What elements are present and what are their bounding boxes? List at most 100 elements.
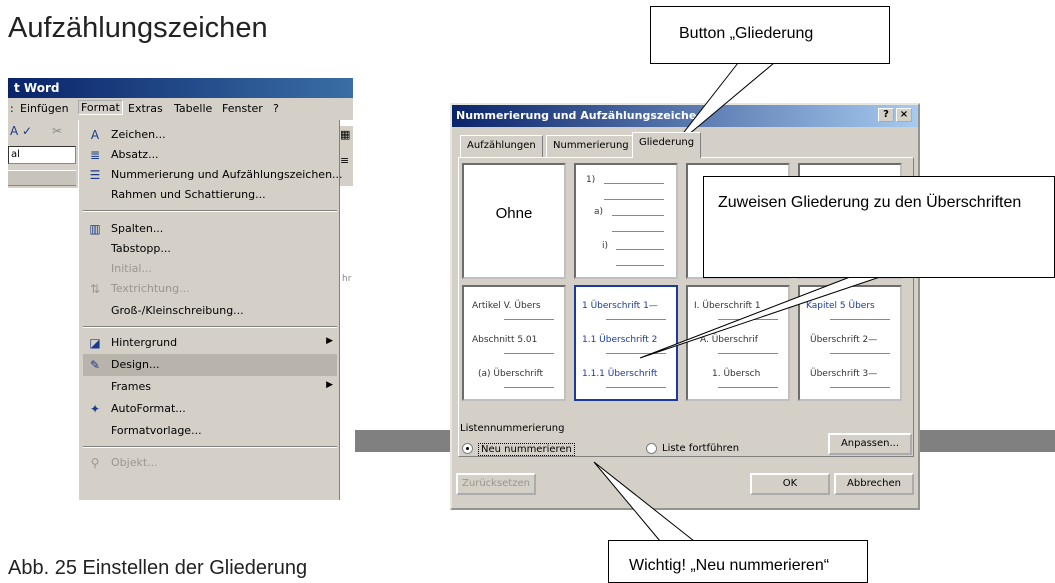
level-label: A. Überschrif (700, 335, 758, 345)
preview-line (606, 319, 666, 320)
menu-item-objekt[interactable]: ⚲ Objekt... (83, 452, 337, 474)
cut-icon[interactable]: ✂ (52, 124, 62, 138)
outline-style-none[interactable]: Ohne (462, 163, 566, 279)
preview-line (612, 215, 664, 216)
object-icon: ⚲ (90, 456, 100, 470)
preview-line (616, 249, 664, 250)
menu-item-zeichen[interactable]: A Zeichen... (83, 124, 337, 146)
table-icon[interactable]: ▦ (340, 128, 350, 141)
level-label: Artikel V. Übers (472, 301, 541, 311)
outline-style-roman[interactable]: I. Überschrift 1 A. Überschrif 1. Übersc… (686, 285, 790, 401)
style-none-label: Ohne (495, 205, 533, 222)
menu-separator (83, 446, 337, 448)
menu-item-rahmen[interactable]: Rahmen und Schattierung... (83, 184, 337, 206)
menu-item-label: Zeichen... (111, 128, 166, 141)
tab-nummerierung[interactable]: Nummerierung (546, 135, 636, 157)
radio-unselected-icon (646, 443, 657, 454)
document-area[interactable] (8, 188, 78, 500)
word-titlebar: t Word (8, 78, 353, 98)
outline-style-chapter[interactable]: Kapitel 5 Übers Überschrift 2— Überschri… (798, 285, 902, 401)
preview-line (604, 183, 664, 184)
level-label: 1.1 Überschrift 2 (582, 335, 658, 345)
menu-einfuegen[interactable]: Einfügen (20, 102, 69, 115)
radio-restart-numbering[interactable]: Neu nummerieren (460, 439, 610, 459)
preview-line (830, 387, 890, 388)
menu-item-gross-klein[interactable]: Groß-/Kleinschreibung... (83, 300, 337, 322)
level-label: Kapitel 5 Übers (806, 301, 875, 311)
align-icon[interactable]: ≡ (340, 154, 349, 167)
level-label: Überschrift 2— (810, 335, 878, 345)
menu-separator (83, 210, 337, 212)
menu-item-label: AutoFormat... (111, 402, 186, 415)
columns-icon: ▥ (89, 222, 101, 236)
style-select[interactable]: al (8, 146, 76, 164)
menu-item-label: Design... (111, 358, 160, 371)
format-menu: A Zeichen... ≣ Absatz... ☰ Nummerierung … (78, 120, 343, 500)
background-bar-right (920, 430, 1055, 452)
menu-separator (83, 326, 337, 328)
word-menu-screenshot: t Word : Einfügen Format Extras Tabelle … (8, 78, 353, 500)
preview-line (504, 353, 554, 354)
menu-tabelle[interactable]: Tabelle (174, 102, 212, 115)
menu-item-nummerierung[interactable]: ☰ Nummerierung und Aufzählungszeichen... (83, 164, 343, 186)
menu-fenster[interactable]: Fenster (222, 102, 263, 115)
preview-line (612, 231, 664, 232)
reset-button[interactable]: Zurücksetzen (456, 473, 536, 495)
level-label: a) (594, 207, 604, 217)
dialog-title: Nummerierung und Aufzählungszeiche (456, 109, 697, 122)
outline-style-article[interactable]: Artikel V. Übers Abschnitt 5.01 (a) Über… (462, 285, 566, 401)
level-label: Abschnitt 5.01 (472, 335, 538, 345)
menu-format[interactable]: Format (78, 100, 123, 115)
preview-line (616, 265, 664, 266)
font-a-icon: A (90, 128, 100, 142)
radio-continue-list[interactable]: Liste fortführen (644, 439, 794, 459)
menu-item-autoformat[interactable]: ✦ AutoFormat... (83, 398, 337, 420)
spellcheck-icon[interactable]: A ✓ (10, 124, 32, 138)
paragraph-icon: ≣ (89, 148, 101, 162)
menu-item-label: Hintergrund (111, 336, 178, 349)
menu-extras[interactable]: Extras (128, 102, 163, 115)
callout-important-restart: Wichtig! „Neu nummerieren“ (608, 540, 868, 583)
menu-item-spalten[interactable]: ▥ Spalten... (83, 218, 337, 240)
outline-style-numbered[interactable]: 1) a) i) (574, 163, 678, 279)
level-label: 1.1.1 Überschrift (582, 369, 658, 379)
menu-item-tabstopp[interactable]: Tabstopp... (83, 238, 337, 260)
outline-style-heading-numbered[interactable]: 1 Überschrift 1— 1.1 Überschrift 2 1.1.1… (574, 285, 678, 401)
design-icon: ✎ (89, 358, 101, 372)
close-button[interactable]: × (896, 108, 912, 122)
menu-item-frames[interactable]: Frames ▶ (83, 376, 337, 398)
cancel-button[interactable]: Abbrechen (834, 473, 914, 495)
menu-item-hintergrund[interactable]: ◪ Hintergrund ▶ (83, 332, 337, 354)
tab-aufzaehlungen[interactable]: Aufzählungen (460, 135, 543, 157)
menu-item-formatvorlage[interactable]: Formatvorlage... (83, 420, 337, 442)
level-label: (a) Überschrift (478, 369, 544, 379)
dialog-titlebar: Nummerierung und Aufzählungszeiche ? × (452, 105, 918, 127)
ruler (8, 170, 76, 186)
word-menubar: : Einfügen Format Extras Tabelle Fenster… (8, 98, 353, 120)
preview-line (830, 319, 890, 320)
help-button[interactable]: ? (878, 108, 894, 122)
menu-item-textrichtung[interactable]: ⇅ Textrichtung... (83, 278, 337, 300)
menu-item-initial[interactable]: Initial... (83, 258, 337, 280)
level-label: i) (602, 241, 609, 251)
autoformat-icon: ✦ (89, 402, 101, 416)
background-bar-left (355, 430, 451, 452)
level-label: 1) (586, 175, 596, 185)
tab-gliederung[interactable]: Gliederung (632, 132, 702, 158)
bullet-list-icon: ☰ (89, 168, 101, 182)
text-direction-icon: ⇅ (89, 282, 101, 296)
callout-gliederung-button: Button „Gliederung (650, 6, 890, 64)
ok-button[interactable]: OK (750, 473, 830, 495)
customize-button[interactable]: Anpassen... (828, 433, 912, 455)
preview-line (830, 353, 890, 354)
menu-item-label: Objekt... (111, 456, 158, 469)
preview-line (504, 319, 554, 320)
callout-assign-outline: Zuweisen Gliederung zu den Überschriften (703, 176, 1055, 278)
menu-item-absatz[interactable]: ≣ Absatz... (83, 144, 337, 166)
menu-item-label: Spalten... (111, 222, 164, 235)
menu-item-label: Formatvorlage... (111, 424, 202, 437)
preview-line (718, 319, 778, 320)
menu-help[interactable]: ? (273, 102, 279, 115)
group-label-listennummerierung: Listennummerierung (460, 423, 565, 434)
menu-item-design[interactable]: ✎ Design... (83, 354, 337, 376)
